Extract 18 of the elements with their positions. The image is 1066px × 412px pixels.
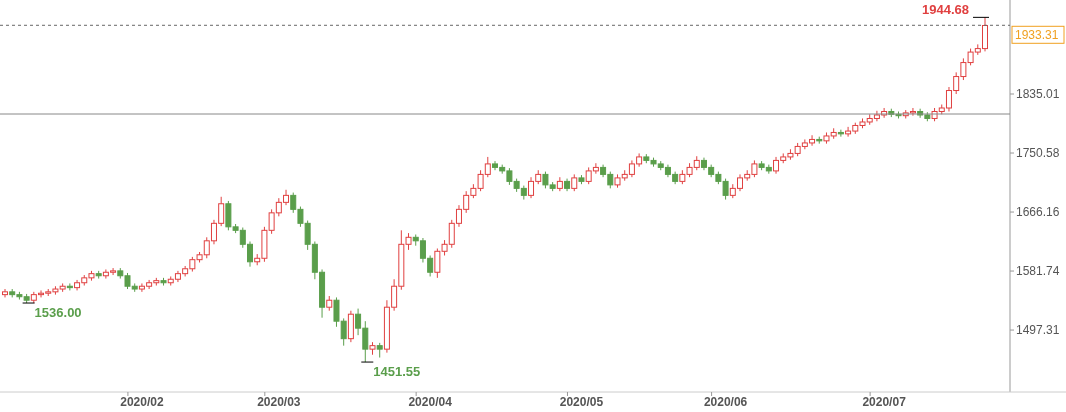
axis-label: 2020/07 <box>862 395 906 409</box>
marker-line <box>972 16 990 18</box>
annotation-label: 1536.00 <box>34 305 82 320</box>
marker-line <box>360 361 374 363</box>
axis-label: 2020/03 <box>257 395 301 409</box>
axis-label: 2020/06 <box>703 395 748 409</box>
axis-label: 2020/02 <box>120 395 164 409</box>
axis-label: 1835.01 <box>1016 87 1060 101</box>
annotation-label: 1451.55 <box>373 364 421 380</box>
axis-label: 1497.31 <box>1016 323 1060 338</box>
axis-label: 1666.16 <box>1016 205 1060 220</box>
axis-label: 1581.74 <box>1016 264 1060 279</box>
price-label: 1933.31 <box>1011 25 1065 44</box>
axis-label: 1750.58 <box>1016 146 1060 161</box>
axis-label: 2020/04 <box>408 395 452 409</box>
annotation-label: 1944.68 <box>922 2 969 18</box>
marker-line <box>22 302 36 304</box>
axis-label: 2020/05 <box>559 395 604 409</box>
